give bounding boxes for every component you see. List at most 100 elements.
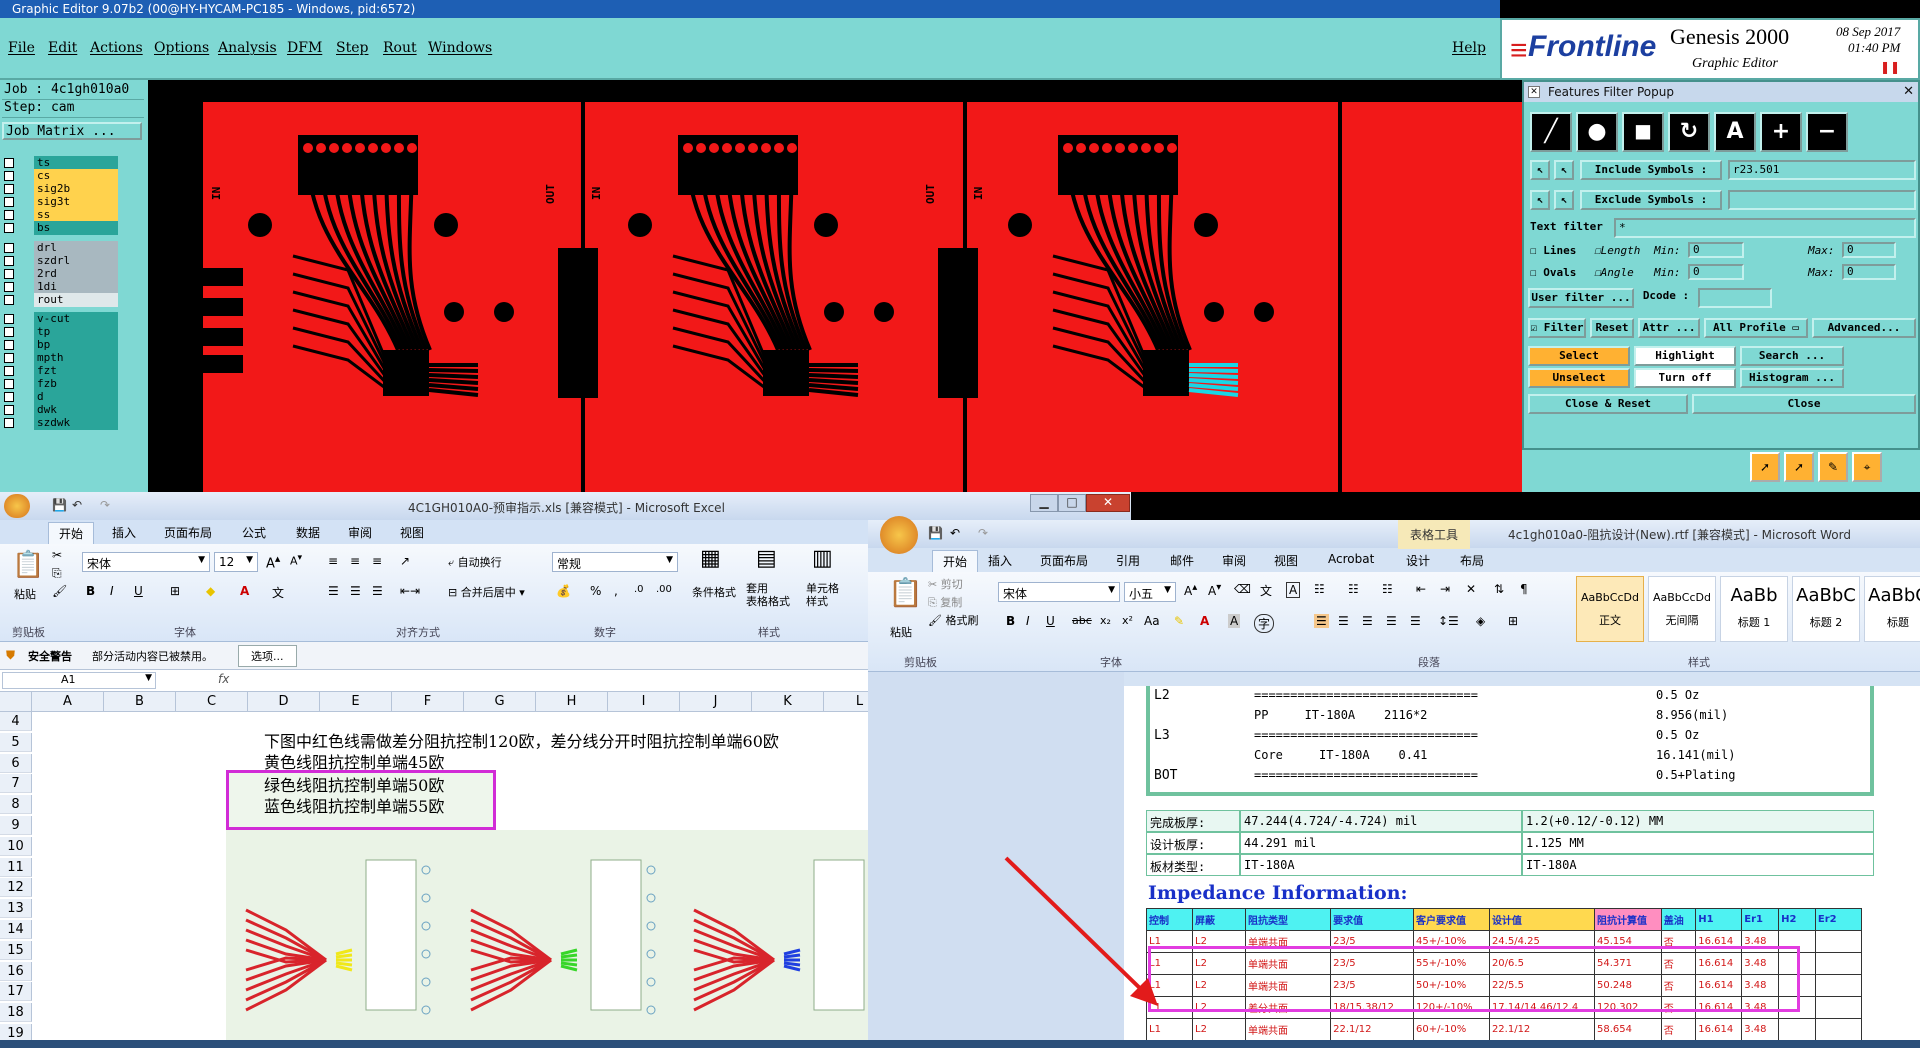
excel-close-button[interactable]: ✕	[1086, 494, 1130, 512]
layer-row[interactable]: bp	[4, 338, 144, 352]
angle-min-field[interactable]: 0	[1688, 264, 1744, 280]
numbering-icon[interactable]: ☷	[1348, 582, 1359, 596]
align-right-icon[interactable]: ☰	[1362, 614, 1373, 628]
tab-layout[interactable]: 布局	[1460, 552, 1484, 569]
align-center-icon[interactable]: ☰	[1338, 614, 1349, 628]
align-left-icon[interactable]: ☰	[1314, 614, 1329, 628]
minimize-button[interactable]: ▁	[1030, 494, 1058, 512]
filter-toggle[interactable]: ☑ Filter	[1528, 318, 1586, 338]
sort-icon[interactable]: ⇅	[1494, 582, 1504, 596]
close-reset-button[interactable]: Close & Reset	[1528, 394, 1688, 414]
tab-insert[interactable]: 插入	[112, 524, 136, 541]
menu-step[interactable]: Step	[336, 40, 368, 56]
arc-symbol-icon[interactable]: ↻	[1668, 112, 1710, 152]
table-cell[interactable]	[1814, 996, 1863, 1019]
layer-row[interactable]: sig2b	[4, 182, 144, 196]
snap-icon[interactable]: ⌖	[1852, 452, 1882, 482]
shrink-font-icon[interactable]: A▾	[290, 552, 302, 568]
copy-button[interactable]: ⎘ 复制	[928, 594, 962, 610]
layer-checkbox[interactable]	[4, 223, 14, 233]
table-cell[interactable]	[1814, 1018, 1863, 1041]
number-format-select[interactable]: 常规 ▼	[552, 552, 678, 572]
row-header[interactable]: 5	[0, 732, 32, 752]
office-button-icon[interactable]	[4, 494, 30, 518]
turn-off-button[interactable]: Turn off	[1634, 368, 1736, 388]
tab-page-layout[interactable]: 页面布局	[164, 524, 212, 541]
font-color-icon[interactable]: A	[240, 584, 249, 598]
include-arrow-icon[interactable]: ↖	[1530, 160, 1550, 180]
column-header[interactable]: G	[464, 692, 536, 712]
redo-icon[interactable]: ↷	[978, 526, 988, 540]
layer-row[interactable]: fzt	[4, 364, 144, 378]
close-icon[interactable]: ✕	[1903, 84, 1914, 99]
column-header[interactable]: B	[104, 692, 176, 712]
tab-home[interactable]: 开始	[48, 522, 95, 544]
align-top-icon[interactable]: ≡	[328, 554, 338, 568]
copy-icon[interactable]: ⎘	[52, 566, 62, 581]
grow-font-icon[interactable]: A▴	[266, 552, 280, 571]
subscript-icon[interactable]: x₂	[1100, 614, 1111, 627]
phonetic-icon[interactable]: 文	[1260, 582, 1272, 599]
layer-row[interactable]: mpth	[4, 351, 144, 365]
layer-checkbox[interactable]	[4, 158, 14, 168]
pause-icon[interactable]: ❚❚	[1880, 60, 1900, 74]
borders-icon[interactable]: ⊞	[1508, 614, 1518, 628]
layer-row[interactable]: sig3t	[4, 195, 144, 209]
positive-polarity-icon[interactable]: +	[1760, 112, 1802, 152]
column-header[interactable]: C	[176, 692, 248, 712]
tab-references[interactable]: 引用	[1116, 552, 1140, 569]
fill-color-icon[interactable]: ◆	[206, 584, 215, 598]
merge-center-button[interactable]: ⊟ 合并后居中 ▾	[448, 584, 525, 600]
reset-button[interactable]: Reset	[1590, 318, 1634, 338]
indent-icon[interactable]: ⇤⇥	[400, 584, 420, 598]
column-header[interactable]: H	[536, 692, 608, 712]
table-cell[interactable]: 58.654	[1593, 1018, 1662, 1041]
font-color-icon[interactable]: A	[1200, 614, 1209, 628]
table-format-icon[interactable]: ▤	[756, 546, 777, 571]
layer-row[interactable]: ss	[4, 208, 144, 222]
column-header[interactable]: I	[608, 692, 680, 712]
layer-checkbox[interactable]	[4, 295, 14, 305]
close-button[interactable]: Close	[1692, 394, 1916, 414]
percent-icon[interactable]: %	[590, 584, 601, 598]
cut-icon[interactable]: ✂	[52, 548, 62, 562]
fx-icon[interactable]: fx	[218, 672, 229, 686]
change-case-icon[interactable]: Aa	[1144, 614, 1160, 628]
column-header[interactable]: E	[320, 692, 392, 712]
menu-help[interactable]: Help	[1452, 40, 1486, 56]
dcode-field[interactable]	[1698, 288, 1772, 308]
highlight-button[interactable]: Highlight	[1634, 346, 1736, 366]
pointer-icon[interactable]: ➚	[1750, 452, 1780, 482]
clear-format-icon[interactable]: ⌫	[1234, 582, 1251, 596]
layer-row[interactable]: szdwk	[4, 416, 144, 430]
row-header[interactable]: 15	[0, 940, 32, 960]
layer-checkbox[interactable]	[4, 256, 14, 266]
select-button[interactable]: Select	[1528, 346, 1630, 366]
menu-analysis[interactable]: Analysis	[218, 40, 277, 56]
exclude-symbols-button[interactable]: Exclude Symbols :	[1580, 190, 1722, 210]
table-cell[interactable]: 16.614	[1695, 1018, 1743, 1041]
cell-style-icon[interactable]: ▥	[812, 546, 833, 571]
menu-edit[interactable]: Edit	[48, 40, 77, 56]
select-pointer-icon[interactable]: ➚	[1784, 452, 1814, 482]
options-button[interactable]: 选项...	[238, 645, 297, 667]
ovals-checkbox[interactable]: ☐ Ovals	[1530, 266, 1576, 279]
layer-checkbox[interactable]	[4, 197, 14, 207]
layer-checkbox[interactable]	[4, 340, 14, 350]
row-header[interactable]: 11	[0, 857, 32, 877]
row-header[interactable]: 9	[0, 816, 32, 835]
decrease-decimal-icon[interactable]: .00	[656, 584, 672, 595]
layer-row[interactable]: tp	[4, 325, 144, 339]
table-cell[interactable]: 否	[1660, 1018, 1697, 1041]
layer-checkbox[interactable]	[4, 353, 14, 363]
strikethrough-icon[interactable]: abc	[1072, 614, 1092, 627]
advanced-button[interactable]: Advanced...	[1812, 318, 1916, 338]
layer-row[interactable]: dwk	[4, 403, 144, 417]
angle-max-field[interactable]: 0	[1842, 264, 1896, 280]
table-cell[interactable]: L1	[1145, 1018, 1194, 1041]
row-header[interactable]: 17	[0, 982, 32, 1002]
undo-icon[interactable]: ↶	[950, 526, 960, 540]
length-checkbox[interactable]: ☐Length	[1594, 244, 1640, 257]
increase-indent-icon[interactable]: ⇥	[1440, 582, 1450, 596]
include-symbols-field[interactable]: r23.501	[1728, 160, 1916, 180]
